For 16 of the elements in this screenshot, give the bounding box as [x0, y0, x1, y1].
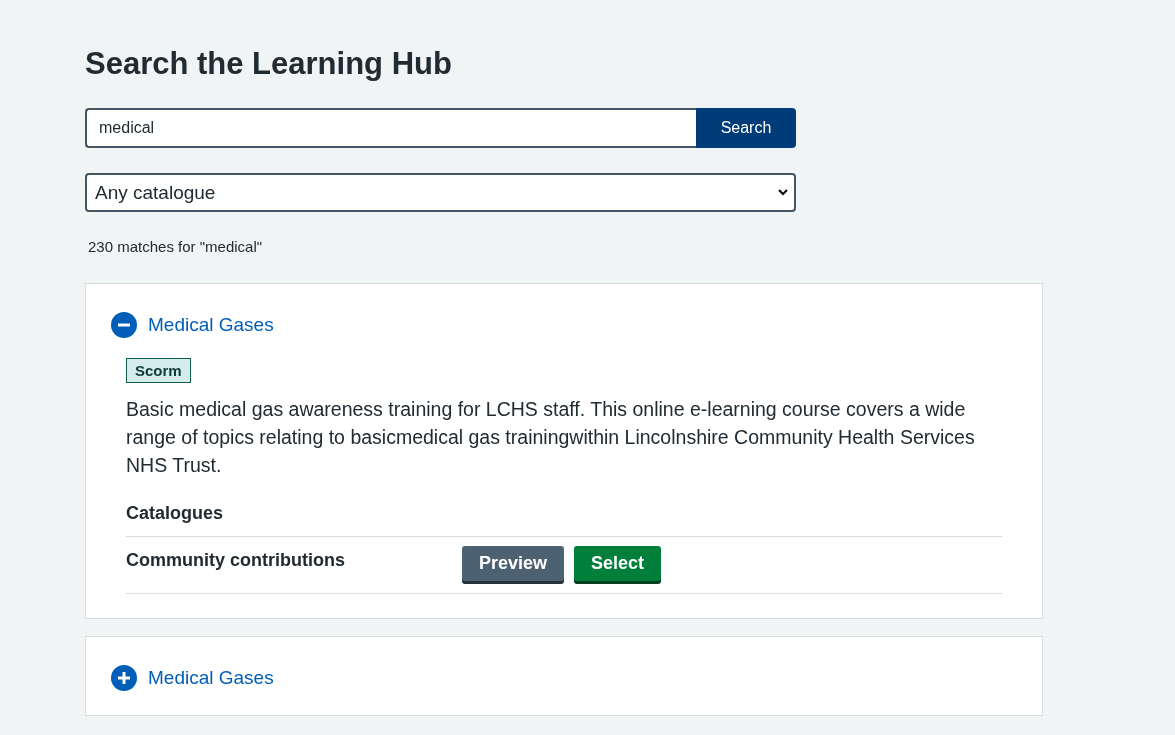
preview-button[interactable]: Preview: [462, 546, 565, 581]
result-title[interactable]: Medical Gases: [148, 314, 274, 336]
collapse-icon[interactable]: [111, 312, 137, 338]
expand-icon[interactable]: [111, 665, 137, 691]
match-count: 230 matches for "medical": [88, 238, 264, 255]
result-title[interactable]: Medical Gases: [148, 667, 274, 689]
result-description: Basic medical gas awareness training for LCHS staff. This online e-learning course covers a wide range of topics relating to basicmedical gas trainingwithin Lincolnshire Community Health Services NHS Trust.: [126, 397, 976, 478]
resource-type-tag: Scorm: [126, 358, 191, 383]
catalogues-heading: Catalogues: [126, 503, 1002, 537]
search-button[interactable]: Search: [696, 108, 796, 148]
select-button[interactable]: Select: [574, 546, 662, 581]
chevron-down-icon: [778, 189, 788, 196]
catalogue-dropdown[interactable]: Any catalogue: [85, 173, 796, 212]
page-title: Search the Learning Hub: [85, 45, 453, 83]
search-field[interactable]: medical: [85, 108, 696, 148]
catalogue-name: Community contributions: [126, 549, 346, 572]
